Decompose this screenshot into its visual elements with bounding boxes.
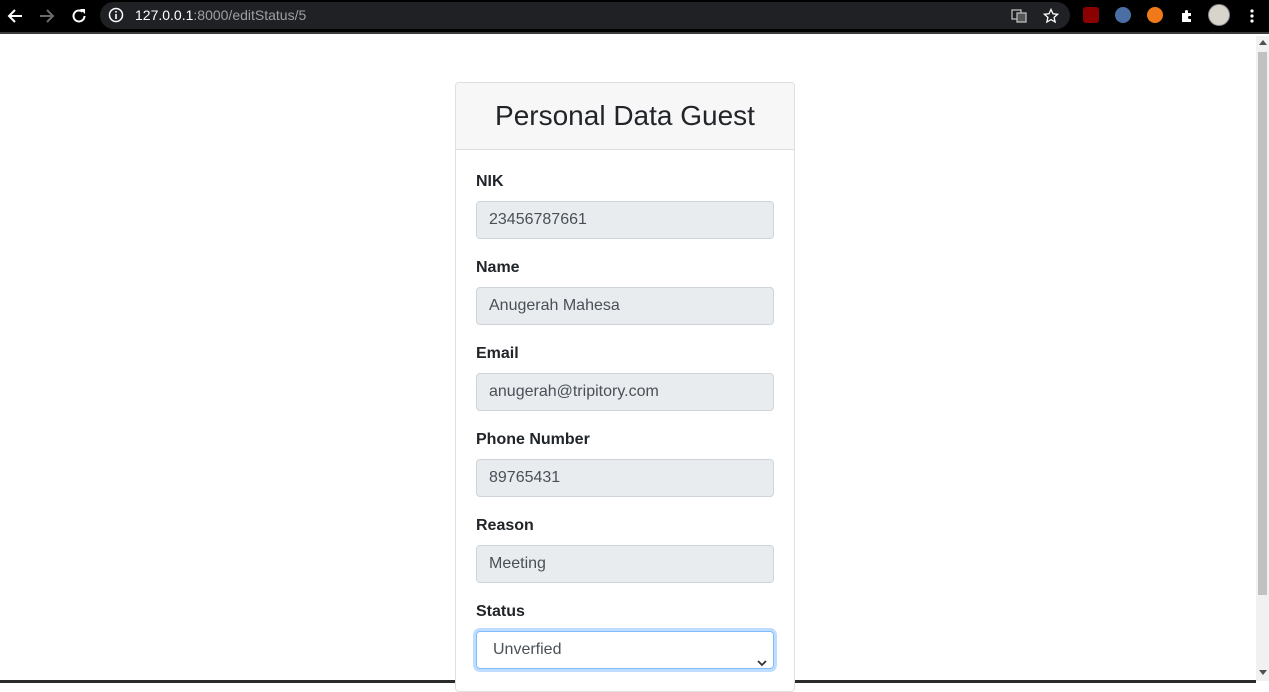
- card-title: Personal Data Guest: [456, 83, 794, 150]
- translate-icon[interactable]: [1007, 4, 1031, 28]
- scroll-up-icon[interactable]: [1259, 40, 1267, 45]
- email-label: Email: [476, 345, 519, 362]
- profile-avatar[interactable]: [1208, 4, 1230, 26]
- forward-icon[interactable]: [35, 4, 59, 28]
- status-label: Status: [476, 603, 525, 620]
- nik-field[interactable]: 23456787661: [476, 201, 774, 239]
- status-selected-value: Unverfied: [493, 641, 562, 658]
- url-text[interactable]: 127.0.0.1:8000/editStatus/5: [135, 7, 306, 23]
- scroll-thumb[interactable]: [1258, 52, 1267, 595]
- back-icon[interactable]: [3, 4, 27, 28]
- ublock-extension-icon[interactable]: [1083, 7, 1099, 23]
- phone-label: Phone Number: [476, 431, 590, 448]
- reason-field[interactable]: Meeting: [476, 545, 774, 583]
- chevron-down-icon: [757, 645, 767, 681]
- extensions-puzzle-icon[interactable]: [1175, 4, 1199, 28]
- status-select[interactable]: Unverfied: [476, 631, 774, 669]
- email-field[interactable]: anugerah@tripitory.com: [476, 373, 774, 411]
- nik-label: NIK: [476, 173, 504, 190]
- site-info-icon[interactable]: [108, 7, 124, 28]
- name-label: Name: [476, 259, 520, 276]
- reason-label: Reason: [476, 517, 534, 534]
- bookmark-star-icon[interactable]: [1039, 4, 1063, 28]
- name-field[interactable]: Anugerah Mahesa: [476, 287, 774, 325]
- scroll-down-icon[interactable]: [1259, 670, 1267, 675]
- reload-icon[interactable]: [67, 4, 91, 28]
- url-path: :8000/editStatus/5: [193, 7, 307, 23]
- extension-orange-icon[interactable]: [1147, 7, 1163, 23]
- phone-field[interactable]: 89765431: [476, 459, 774, 497]
- url-host: 127.0.0.1: [135, 7, 194, 23]
- extension-owl-icon[interactable]: [1115, 7, 1131, 23]
- browser-menu-icon[interactable]: [1240, 4, 1264, 28]
